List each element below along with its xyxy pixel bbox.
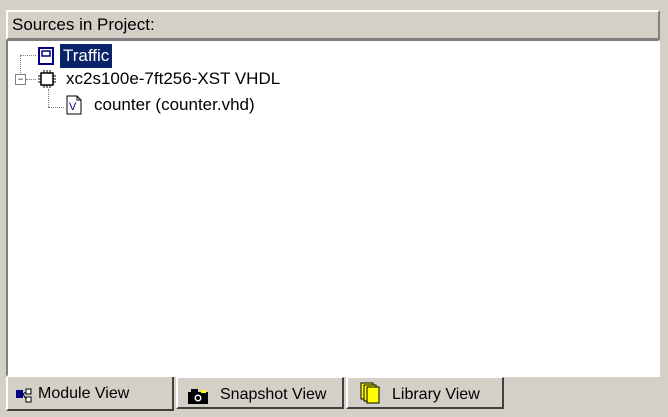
tab-library-view[interactable]: Library View — [346, 377, 504, 409]
tab-label: Module View — [38, 385, 130, 402]
collapse-toggle[interactable]: − — [15, 74, 26, 85]
tree-item-label: counter (counter.vhd) — [94, 95, 255, 114]
sources-panel: Sources in Project: Traffic − xc2s100e-7… — [4, 4, 664, 413]
library-icon — [360, 382, 382, 415]
tree-item-label: xc2s100e-7ft256-XST VHDL — [66, 69, 281, 88]
chip-icon — [38, 70, 56, 95]
tree-line — [20, 55, 21, 73]
project-icon — [38, 47, 54, 72]
svg-text:V: V — [69, 101, 77, 113]
tab-label: Library View — [392, 386, 480, 403]
tree-line — [48, 107, 64, 108]
module-view-icon — [16, 385, 36, 415]
tab-label: Snapshot View — [220, 386, 327, 403]
view-tabs: Module View Snapshot View Library View — [4, 377, 664, 413]
panel-title: Sources in Project: — [6, 10, 660, 40]
tree-line — [26, 79, 36, 80]
camera-icon — [188, 386, 208, 416]
tab-module-view[interactable]: Module View — [6, 377, 174, 411]
sources-tree[interactable]: Traffic − xc2s100e-7ft256-XST VHDL V cou… — [6, 40, 660, 377]
vhdl-file-icon: V — [66, 95, 82, 122]
tab-snapshot-view[interactable]: Snapshot View — [176, 377, 344, 409]
tree-line — [20, 55, 36, 56]
tree-item-label: Traffic — [60, 44, 113, 68]
